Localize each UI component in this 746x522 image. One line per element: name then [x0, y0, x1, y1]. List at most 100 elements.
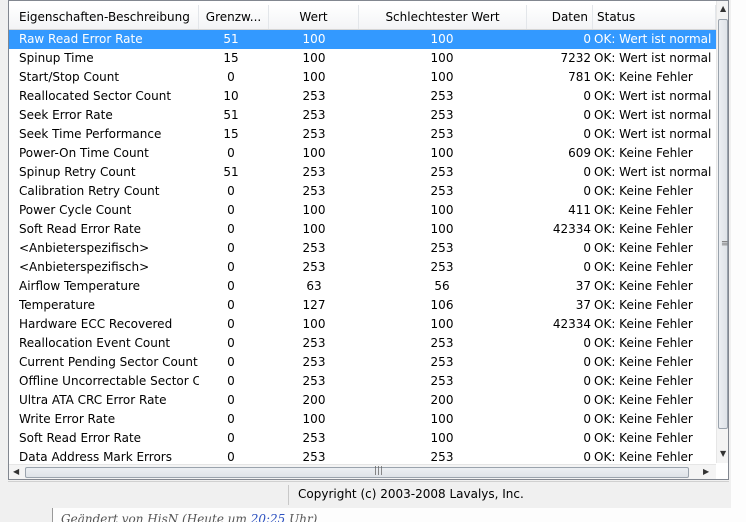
- cell-data: 0: [583, 431, 591, 445]
- table-row[interactable]: Reallocated Sector Count 10 253 253 0 OK: Wer…: [9, 87, 721, 106]
- cell-worst-value: 253: [430, 374, 454, 388]
- cell-worst-value: 100: [430, 222, 454, 236]
- cell-data: 781: [568, 70, 591, 84]
- table-row[interactable]: Seek Time Performance 15 253 253 0 OK: Wert i…: [9, 125, 721, 144]
- horizontal-scrollbar[interactable]: ◀ ||| ▶: [9, 464, 716, 479]
- cell-status: OK: Keine Fehler: [594, 203, 693, 217]
- cell-value: 100: [302, 203, 326, 217]
- table-row[interactable]: Temperature 0 127 106 37 OK: Keine Fehler: [9, 296, 721, 315]
- cell-data: 0: [583, 412, 591, 426]
- table-row[interactable]: Power Cycle Count 0 100 100 411 OK: Keine Feh…: [9, 201, 721, 220]
- cell-description: Soft Read Error Rate: [19, 222, 142, 236]
- cell-threshold: 51: [223, 165, 239, 179]
- cell-description: <Anbieterspezifisch>: [19, 241, 150, 255]
- cell-worst-value: 253: [430, 355, 454, 369]
- cell-status: OK: Wert ist normal: [594, 51, 712, 65]
- table-row[interactable]: <Anbieterspezifisch> 0 253 253 0 OK: Keine Fe…: [9, 239, 721, 258]
- cell-worst-value: 253: [430, 108, 454, 122]
- grip-icon: ≡: [721, 239, 729, 249]
- cell-value: 253: [302, 165, 326, 179]
- vertical-scroll-thumb[interactable]: ≡: [718, 19, 728, 429]
- cell-status: OK: Wert ist normal: [594, 89, 712, 103]
- cell-data: 42334: [552, 317, 591, 331]
- cell-status: OK: Keine Fehler: [594, 260, 693, 274]
- table-row[interactable]: Hardware ECC Recovered 0 100 100 42334 OK: Ke…: [9, 315, 721, 334]
- table-row[interactable]: Spinup Time 15 100 100 7232 OK: Wert ist norm…: [9, 49, 721, 68]
- cell-value: 253: [302, 241, 326, 255]
- table-row[interactable]: Airflow Temperature 0 63 56 37 OK: Keine Fehl…: [9, 277, 721, 296]
- horizontal-scroll-thumb[interactable]: |||: [25, 466, 689, 478]
- cell-description: Current Pending Sector Count: [19, 355, 198, 369]
- cell-worst-value: 56: [434, 279, 450, 293]
- cell-data: 0: [583, 165, 591, 179]
- table-row[interactable]: Write Error Rate 0 100 100 0 OK: Keine Fehler: [9, 410, 721, 429]
- cell-data: 0: [583, 260, 591, 274]
- cell-threshold: 0: [227, 298, 235, 312]
- cell-value: 253: [302, 355, 326, 369]
- cell-status: OK: Keine Fehler: [594, 241, 693, 255]
- table-row[interactable]: Ultra ATA CRC Error Rate 0 200 200 0 OK: Kein…: [9, 391, 721, 410]
- table-row[interactable]: <Anbieterspezifisch> 0 253 253 0 OK: Keine Fe…: [9, 258, 721, 277]
- table-row[interactable]: Soft Read Error Rate 0 100 100 42334 OK: Kein…: [9, 220, 721, 239]
- cell-threshold: 51: [223, 108, 239, 122]
- cell-value: 253: [302, 260, 326, 274]
- column-header-threshold[interactable]: Grenzw...: [199, 5, 269, 29]
- table-row[interactable]: Soft Read Error Rate 0 253 100 0 OK: Keine Fe…: [9, 429, 721, 448]
- cell-status: OK: Keine Fehler: [594, 298, 693, 312]
- cell-value: 253: [302, 127, 326, 141]
- cell-description: Seek Time Performance: [19, 127, 162, 141]
- column-header-description[interactable]: Eigenschaften-Beschreibung: [9, 5, 199, 29]
- cell-threshold: 0: [227, 431, 235, 445]
- cell-description: Hardware ECC Recovered: [19, 317, 173, 331]
- arrow-left-icon[interactable]: ◀: [13, 467, 19, 476]
- column-header-worst[interactable]: Schlechtester Wert: [359, 5, 527, 29]
- cell-worst-value: 106: [430, 298, 454, 312]
- cell-threshold: 0: [227, 70, 235, 84]
- status-bar: Copyright (c) 2003-2008 Lavalys, Inc.: [8, 481, 729, 508]
- cell-threshold: 0: [227, 260, 235, 274]
- table-row[interactable]: Calibration Retry Count 0 253 253 0 OK: Keine…: [9, 182, 721, 201]
- cell-worst-value: 253: [430, 184, 454, 198]
- cell-value: 100: [302, 146, 326, 160]
- cell-worst-value: 253: [430, 165, 454, 179]
- table-row[interactable]: Seek Error Rate 51 253 253 0 OK: Wert ist nor…: [9, 106, 721, 125]
- vertical-scrollbar[interactable]: ▲ ≡ ▼: [716, 1, 728, 463]
- column-header-data[interactable]: Daten: [527, 5, 593, 29]
- cell-worst-value: 253: [430, 89, 454, 103]
- column-header-value[interactable]: Wert: [269, 5, 359, 29]
- arrow-right-icon[interactable]: ▶: [703, 467, 709, 476]
- arrow-down-icon[interactable]: ▼: [720, 449, 726, 458]
- smart-attributes-listview[interactable]: Eigenschaften-Beschreibung Grenzw... Wer…: [8, 0, 729, 480]
- cell-status: OK: Keine Fehler: [594, 431, 693, 445]
- arrow-up-icon[interactable]: ▲: [720, 4, 726, 13]
- cell-description: <Anbieterspezifisch>: [19, 260, 150, 274]
- copyright-text: Copyright (c) 2003-2008 Lavalys, Inc.: [298, 487, 524, 501]
- cell-threshold: 0: [227, 374, 235, 388]
- cell-data: 0: [583, 32, 591, 46]
- table-row[interactable]: Start/Stop Count 0 100 100 781 OK: Keine Fehl…: [9, 68, 721, 87]
- cell-value: 253: [302, 184, 326, 198]
- cell-description: Offline Uncorrectable Sector C...: [19, 374, 199, 388]
- cell-status: OK: Wert ist normal: [594, 127, 712, 141]
- cell-data: 0: [583, 393, 591, 407]
- table-row[interactable]: Power-On Time Count 0 100 100 609 OK: Keine F…: [9, 144, 721, 163]
- table-row[interactable]: Reallocation Event Count 0 253 253 0 OK: Kein…: [9, 334, 721, 353]
- table-row[interactable]: Offline Uncorrectable Sector C... 0 253 253…: [9, 372, 721, 391]
- table-row[interactable]: Current Pending Sector Count 0 253 253 0 OK: …: [9, 353, 721, 372]
- table-row[interactable]: Raw Read Error Rate 51 100 100 0 OK: Wert ist…: [9, 30, 721, 49]
- cell-description: Start/Stop Count: [19, 70, 120, 84]
- cell-description: Power-On Time Count: [19, 146, 149, 160]
- column-header-status[interactable]: Status: [593, 5, 716, 29]
- cell-value: 253: [302, 89, 326, 103]
- cell-value: 100: [302, 32, 326, 46]
- cell-data: 7232: [560, 51, 591, 65]
- cell-worst-value: 253: [430, 127, 454, 141]
- cell-value: 100: [302, 317, 326, 331]
- table-row[interactable]: Spinup Retry Count 51 253 253 0 OK: Wert ist …: [9, 163, 721, 182]
- cell-data: 42334: [552, 222, 591, 236]
- cell-data: 37: [575, 279, 591, 293]
- cell-data: 0: [583, 127, 591, 141]
- cell-worst-value: 253: [430, 260, 454, 274]
- cell-status: OK: Wert ist normal: [594, 165, 712, 179]
- edited-time: 20:25: [250, 512, 286, 522]
